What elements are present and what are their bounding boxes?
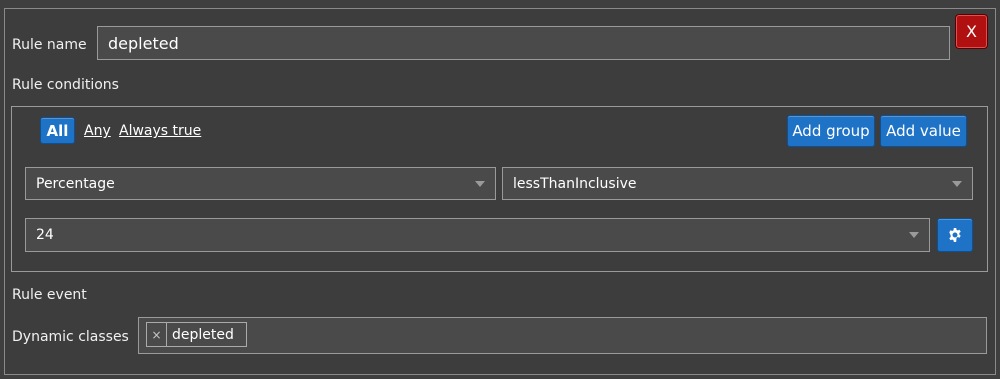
value-settings-button[interactable] [937,218,973,252]
add-group-button[interactable]: Add group [787,115,875,147]
dynamic-classes-input[interactable] [138,317,987,354]
fact-select-value: Percentage [36,175,115,192]
always-true-link[interactable]: Always true [119,122,201,140]
add-value-label: Add value [886,122,961,140]
tag-remove-icon[interactable]: × [147,323,167,346]
rule-conditions-title: Rule conditions [12,77,119,93]
dynamic-classes-label: Dynamic classes [12,329,129,345]
fact-select[interactable]: Percentage [25,167,496,200]
add-value-button[interactable]: Add value [880,115,967,147]
any-link[interactable]: Any [84,122,111,140]
gear-icon [949,228,961,242]
rule-name-value: depleted [108,33,179,53]
chevron-down-icon [952,180,962,187]
value-select[interactable]: 24 [25,218,930,252]
close-icon: X [966,22,977,41]
operator-select-value: lessThanInclusive [513,175,637,192]
chevron-down-icon [909,232,919,238]
all-label: All [46,121,69,140]
all-toggle-button[interactable]: All [40,117,75,144]
rule-name-label: Rule name [12,37,87,53]
tag-chip: × depleted [146,322,247,347]
tag-label: depleted [172,326,234,343]
value-select-value: 24 [36,227,54,243]
rule-name-input[interactable]: depleted [97,26,950,60]
operator-select[interactable]: lessThanInclusive [502,167,973,200]
close-button[interactable]: X [956,15,987,48]
add-group-label: Add group [792,122,870,140]
chevron-down-icon [475,180,485,187]
rule-event-title: Rule event [12,287,87,303]
